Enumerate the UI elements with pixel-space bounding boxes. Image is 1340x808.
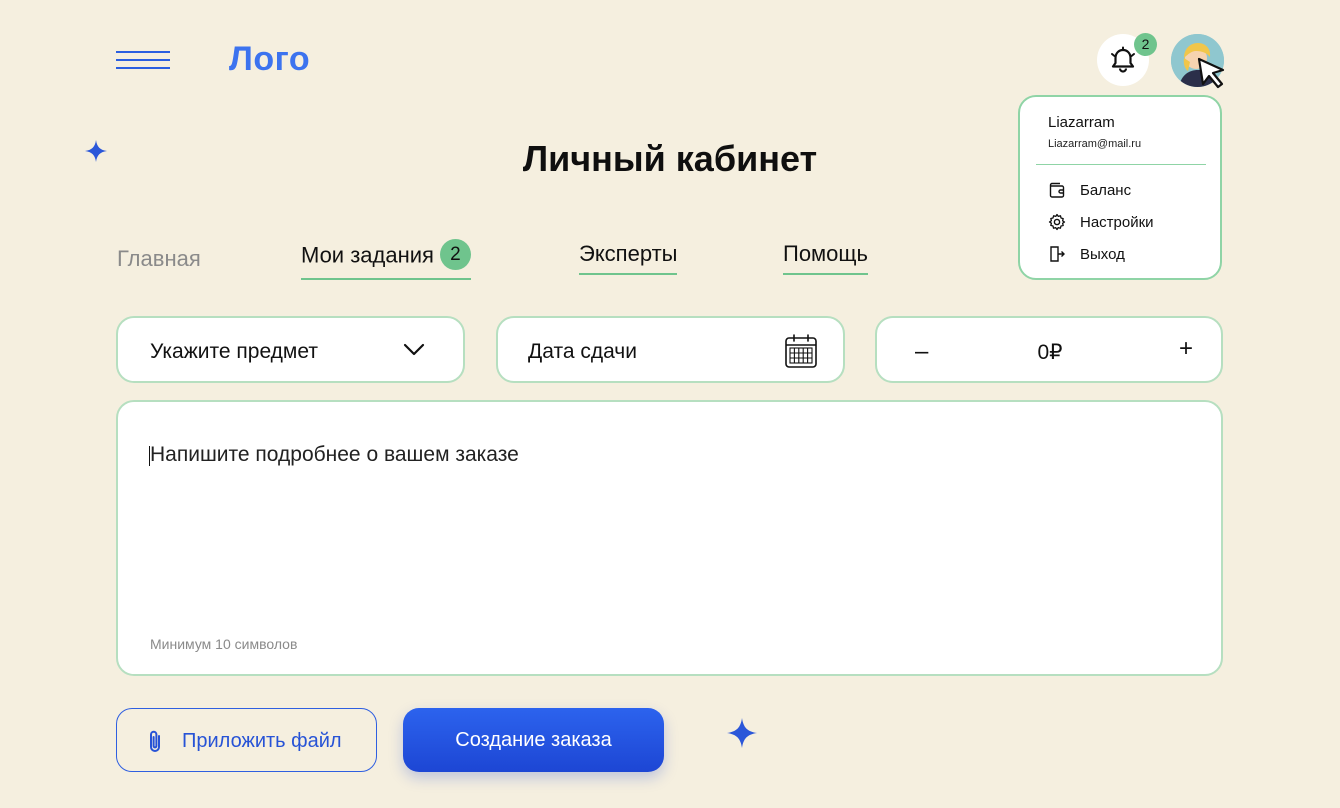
attach-file-button[interactable]: Приложить файл (116, 708, 377, 772)
price-stepper[interactable]: – 0₽ + (875, 316, 1223, 383)
price-value: 0₽ (1037, 341, 1063, 364)
exit-icon (1050, 246, 1065, 262)
calendar-icon[interactable] (784, 333, 818, 369)
description-placeholder: Напишите подробнее о вашем заказе (150, 443, 519, 466)
order-description-textarea[interactable]: Напишите подробнее о вашем заказе Миниму… (116, 400, 1223, 676)
notifications-badge: 2 (1134, 33, 1157, 56)
menu-item-logout[interactable]: Выход (1048, 244, 1125, 264)
tasks-count-badge: 2 (439, 239, 471, 270)
chevron-down-icon (403, 343, 425, 356)
menu-item-balance[interactable]: Баланс (1048, 180, 1131, 200)
increment-button[interactable]: + (1179, 335, 1193, 363)
menu-item-label: Выход (1080, 245, 1125, 263)
attach-file-label: Приложить файл (182, 730, 342, 752)
tab-my-tasks[interactable]: Мои задания 2 (301, 239, 471, 280)
menu-item-label: Настройки (1080, 213, 1154, 231)
tab-experts[interactable]: Эксперты (579, 241, 678, 275)
wallet-icon (1049, 182, 1065, 198)
due-date-input[interactable]: Дата сдачи (496, 316, 845, 383)
menu-item-settings[interactable]: Настройки (1048, 212, 1154, 232)
due-date-placeholder: Дата сдачи (528, 340, 637, 363)
profile-username: Liazarram (1048, 114, 1115, 131)
description-hint: Минимум 10 символов (150, 636, 298, 652)
page-title: Личный кабинет (522, 138, 818, 179)
tab-label: Мои задания (301, 242, 434, 268)
menu-item-label: Баланс (1080, 181, 1132, 199)
tab-main[interactable]: Главная (117, 246, 201, 278)
paperclip-icon (150, 730, 160, 752)
hamburger-menu-icon[interactable] (116, 48, 170, 72)
mouse-cursor-icon (1197, 57, 1225, 89)
create-order-label: Создание заказа (455, 729, 612, 751)
subject-select[interactable]: Укажите предмет (116, 316, 465, 383)
logo[interactable]: Лого (229, 40, 310, 79)
subject-placeholder: Укажите предмет (150, 340, 318, 363)
create-order-button[interactable]: Создание заказа (403, 708, 664, 772)
sparkle-icon (727, 718, 757, 748)
bell-icon (1111, 46, 1135, 73)
gear-icon (1048, 213, 1066, 231)
tab-help[interactable]: Помощь (783, 241, 868, 275)
profile-dropdown: Liazarram Liazarram@mail.ru Баланс Настр… (1018, 95, 1222, 280)
